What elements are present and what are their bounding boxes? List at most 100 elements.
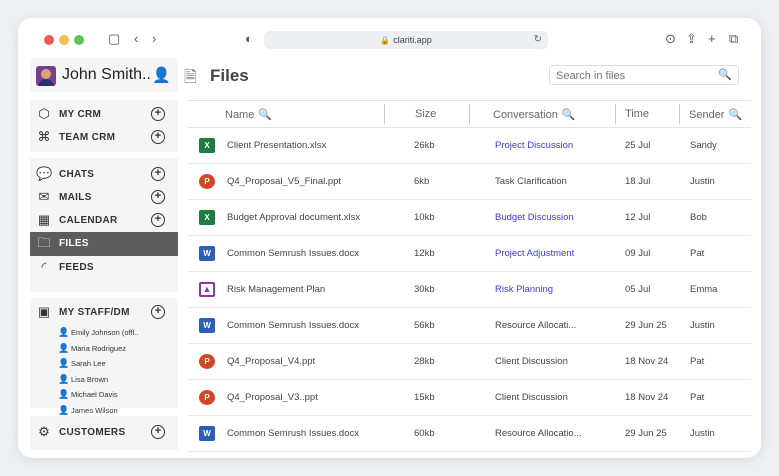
file-name[interactable]: Common Semrush Issues.docx (227, 248, 359, 259)
sidebar-item-mails[interactable]: ✉ MAILS + (30, 186, 178, 209)
table-row[interactable]: W Common Semrush Issues.docx 60kb Resource … (188, 416, 751, 452)
share-icon[interactable]: ⇪ (686, 31, 697, 47)
column-divider[interactable] (469, 104, 470, 124)
sidebar-item-files[interactable]: 🗀 FILES (30, 232, 178, 256)
excel-file-icon: X (199, 138, 215, 153)
reload-icon[interactable]: ↻ (534, 31, 542, 49)
file-name[interactable]: Budget Approval document.xlsx (227, 212, 360, 223)
staff-item[interactable]: 👤 Maria Rodriguez (58, 342, 176, 356)
staff-item[interactable]: 👤 Lisa Brown (58, 373, 176, 387)
search-icon[interactable]: 🔍 (258, 109, 272, 121)
table-row[interactable]: ▲ Risk Management Plan 30kb Risk Planning 05… (188, 272, 751, 308)
file-sender: Emma (690, 284, 718, 295)
download-icon[interactable]: ⊙ (665, 31, 676, 47)
add-mail-button[interactable]: + (151, 190, 165, 204)
sidebar-item-label: MAILS (59, 192, 92, 203)
file-name[interactable]: Common Semrush Issues.docx (227, 320, 359, 331)
avatar[interactable] (36, 66, 56, 86)
conversation-link[interactable]: Risk Planning (495, 284, 553, 295)
file-time: 25 Jul (625, 140, 651, 151)
add-my-crm-button[interactable]: + (151, 107, 165, 121)
table-row[interactable]: W Common Semrush Issues.docx 12kb Project A… (188, 236, 751, 272)
person-online-icon: 👤 (58, 358, 70, 368)
sidebar-item-customers[interactable]: ⚙ CUSTOMERS + (30, 421, 178, 444)
crm-panel: ⬡ MY CRM + ⌘ TEAM CRM + (30, 100, 178, 152)
search-input[interactable] (556, 68, 716, 83)
staff-item[interactable]: 👤 Emily Johnson (offl.. (58, 326, 176, 340)
add-staff-button[interactable]: + (151, 305, 165, 319)
word-file-icon: W (199, 318, 215, 333)
file-name[interactable]: Risk Management Plan (227, 284, 325, 295)
add-team-crm-button[interactable]: + (151, 130, 165, 144)
search-icon[interactable]: 🔍 (562, 109, 576, 121)
sidebar-item-my-crm[interactable]: ⬡ MY CRM + (30, 103, 178, 126)
table-row[interactable]: W Common Semrush Issues.docx 56kb Resource … (188, 308, 751, 344)
privacy-shield-icon[interactable]: ◐ (245, 31, 253, 47)
tabs-overview-icon[interactable]: ⧉ (729, 31, 738, 47)
sidebar-item-label: MY CRM (59, 109, 102, 120)
table-row[interactable]: P Q4_Proposal_V4.ppt 28kb Client Discussion… (188, 344, 751, 380)
word-file-icon: W (199, 426, 215, 441)
conversation-link: Resource Allocati... (495, 320, 577, 331)
file-name[interactable]: Q4_Proposal_V3..ppt (227, 392, 318, 403)
file-time: 18 Jul (625, 176, 651, 187)
file-name[interactable]: Common Semrush Issues.docx (227, 428, 359, 439)
column-header-name[interactable]: Name 🔍 (225, 108, 272, 121)
column-header-sender[interactable]: Sender 🔍 (689, 108, 742, 121)
sidebar-item-calendar[interactable]: ▦ CALENDAR + (30, 209, 178, 232)
conversation-link[interactable]: Project Discussion (495, 140, 573, 151)
maximize-window-button[interactable] (74, 35, 84, 45)
table-row[interactable]: P Q4_Proposal_V5_Final.ppt 6kb Task Clarifi… (188, 164, 751, 200)
table-row[interactable]: X Client Presentation.xlsx 26kb Project Dis… (188, 128, 751, 164)
new-tab-icon[interactable]: + (708, 31, 716, 47)
column-header-conversation[interactable]: Conversation 🔍 (493, 108, 576, 121)
staff-item[interactable]: 👤 Michael Davis (58, 388, 176, 402)
add-calendar-button[interactable]: + (151, 213, 165, 227)
file-name[interactable]: Client Presentation.xlsx (227, 140, 326, 151)
conversation-link[interactable]: Project Adjustment (495, 248, 574, 259)
staff-name: Lisa Brown (71, 374, 109, 384)
staff-header: ▣ MY STAFF/DM + (30, 301, 178, 324)
column-divider[interactable] (679, 104, 680, 124)
search-icon[interactable]: 🔍 (728, 109, 742, 121)
file-name[interactable]: Q4_Proposal_V4.ppt (227, 356, 315, 367)
column-divider[interactable] (384, 104, 385, 124)
table-row[interactable]: P Q4_Proposal_V3..ppt 15kb Client Discussio… (188, 380, 751, 416)
column-divider[interactable] (615, 104, 616, 124)
file-size: 30kb (414, 284, 435, 295)
staff-item[interactable]: 👤 Sarah Lee (58, 357, 176, 371)
sidebar-item-chats[interactable]: 💬 CHATS + (30, 163, 178, 186)
file-time: 29 Jun 25 (625, 428, 667, 439)
conversation-link[interactable]: Budget Discussion (495, 212, 574, 223)
sidebar-item-feeds[interactable]: ◜ FEEDS (30, 256, 178, 279)
file-sender: Pat (690, 248, 705, 259)
rss-icon: ◜ (41, 259, 47, 274)
staff-name: James Wilson (71, 405, 118, 415)
file-size: 10kb (414, 212, 435, 223)
staff-icon: ▣ (37, 304, 51, 319)
table-row[interactable]: X Budget Approval document.xlsx 10kb Budget… (188, 200, 751, 236)
user-name[interactable]: John Smith.. (62, 66, 151, 84)
sidebar-item-label: CUSTOMERS (59, 427, 126, 438)
sidebar-toggle-icon[interactable]: ▢ (108, 31, 120, 47)
search-icon[interactable]: 🔍 (718, 68, 732, 81)
file-sender: Pat (690, 392, 705, 403)
address-bar[interactable]: 🔒 clariti.app ↻ (264, 31, 548, 49)
file-size: 60kb (414, 428, 435, 439)
back-arrow-icon[interactable]: ‹ (134, 31, 138, 47)
file-time: 09 Jul (625, 248, 651, 259)
sidebar-item-team-crm[interactable]: ⌘ TEAM CRM + (30, 126, 178, 149)
minimize-window-button[interactable] (59, 35, 69, 45)
close-window-button[interactable] (44, 35, 54, 45)
folder-icon: 🗀 (37, 235, 51, 250)
forward-arrow-icon[interactable]: › (152, 31, 156, 47)
add-customer-button[interactable]: + (151, 425, 165, 439)
column-header-size[interactable]: Size (415, 108, 436, 120)
network-icon: ⌘ (37, 129, 51, 144)
conversation-link: Client Discussion (495, 356, 568, 367)
column-header-time[interactable]: Time (625, 108, 649, 120)
add-chat-button[interactable]: + (151, 167, 165, 181)
file-name[interactable]: Q4_Proposal_V5_Final.ppt (227, 176, 341, 187)
file-time: 18 Nov 24 (625, 356, 669, 367)
user-online-icon: 👤 (152, 67, 171, 84)
